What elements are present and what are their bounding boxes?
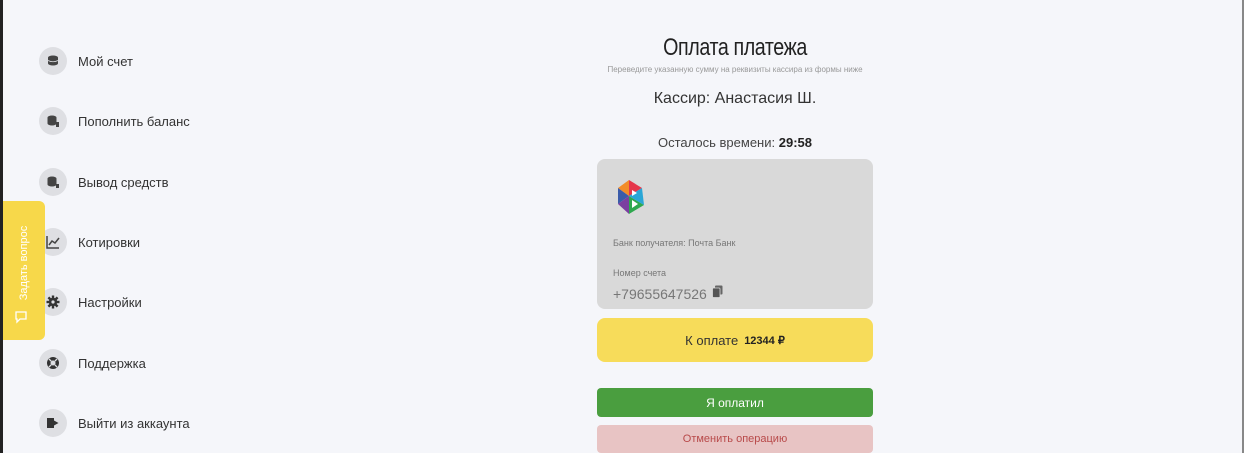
withdraw-icon	[39, 168, 67, 196]
timer-value: 29:58	[778, 135, 812, 150]
account-row: +79655647526	[613, 285, 723, 303]
support-icon	[39, 349, 67, 377]
amount-due-box: К оплате 12344 ₽	[597, 318, 873, 362]
sidebar-item-settings[interactable]: Настройки	[39, 288, 142, 316]
deposit-icon	[39, 107, 67, 135]
i-paid-button[interactable]: Я оплатил	[597, 388, 873, 417]
sidebar-item-my-account[interactable]: Мой счет	[39, 47, 133, 75]
account-number-label: Номер счета	[613, 268, 667, 278]
amount-due-label: К оплате	[685, 332, 739, 348]
logout-icon	[39, 409, 67, 437]
ask-question-label: Задать вопрос	[18, 225, 30, 301]
sidebar-item-label: Вывод средств	[78, 174, 169, 190]
cashier-name: Кассир: Анастасия Ш.	[653, 90, 817, 107]
bank-card: Банк получателя: Почта Банк Номер счета …	[597, 159, 873, 309]
sidebar-item-label: Выйти из аккаунта	[78, 415, 190, 431]
timer: Осталось времени: 29:58	[540, 135, 930, 150]
timer-label: Осталось времени:	[658, 135, 776, 150]
sidebar-item-quotes[interactable]: Котировки	[39, 228, 140, 256]
recipient-bank: Банк получателя: Почта Банк	[613, 238, 736, 248]
sidebar-item-label: Поддержка	[78, 355, 146, 371]
chat-icon	[13, 309, 29, 330]
pochta-bank-logo	[614, 177, 652, 224]
sidebar-item-logout[interactable]: Выйти из аккаунта	[39, 409, 190, 437]
sidebar-item-support[interactable]: Поддержка	[39, 349, 146, 377]
cancel-operation-button[interactable]: Отменить операцию	[597, 425, 873, 453]
page-subtitle: Переведите указанную сумму на реквизиты …	[607, 65, 863, 74]
window-bottom-edge	[0, 453, 1244, 459]
copy-icon[interactable]	[711, 285, 723, 303]
sidebar-item-label: Настройки	[78, 294, 142, 310]
amount-due-value: 12344 ₽	[744, 334, 785, 347]
sidebar-item-top-up[interactable]: Пополнить баланс	[39, 107, 190, 135]
sidebar-item-withdraw[interactable]: Вывод средств	[39, 168, 169, 196]
sidebar-item-label: Пополнить баланс	[78, 113, 190, 129]
sidebar-item-label: Мой счет	[78, 53, 133, 69]
account-number[interactable]: +79655647526	[613, 286, 707, 302]
page-title: Оплата платежа	[663, 34, 807, 61]
wallet-icon	[39, 47, 67, 75]
sidebar-item-label: Котировки	[78, 234, 141, 250]
